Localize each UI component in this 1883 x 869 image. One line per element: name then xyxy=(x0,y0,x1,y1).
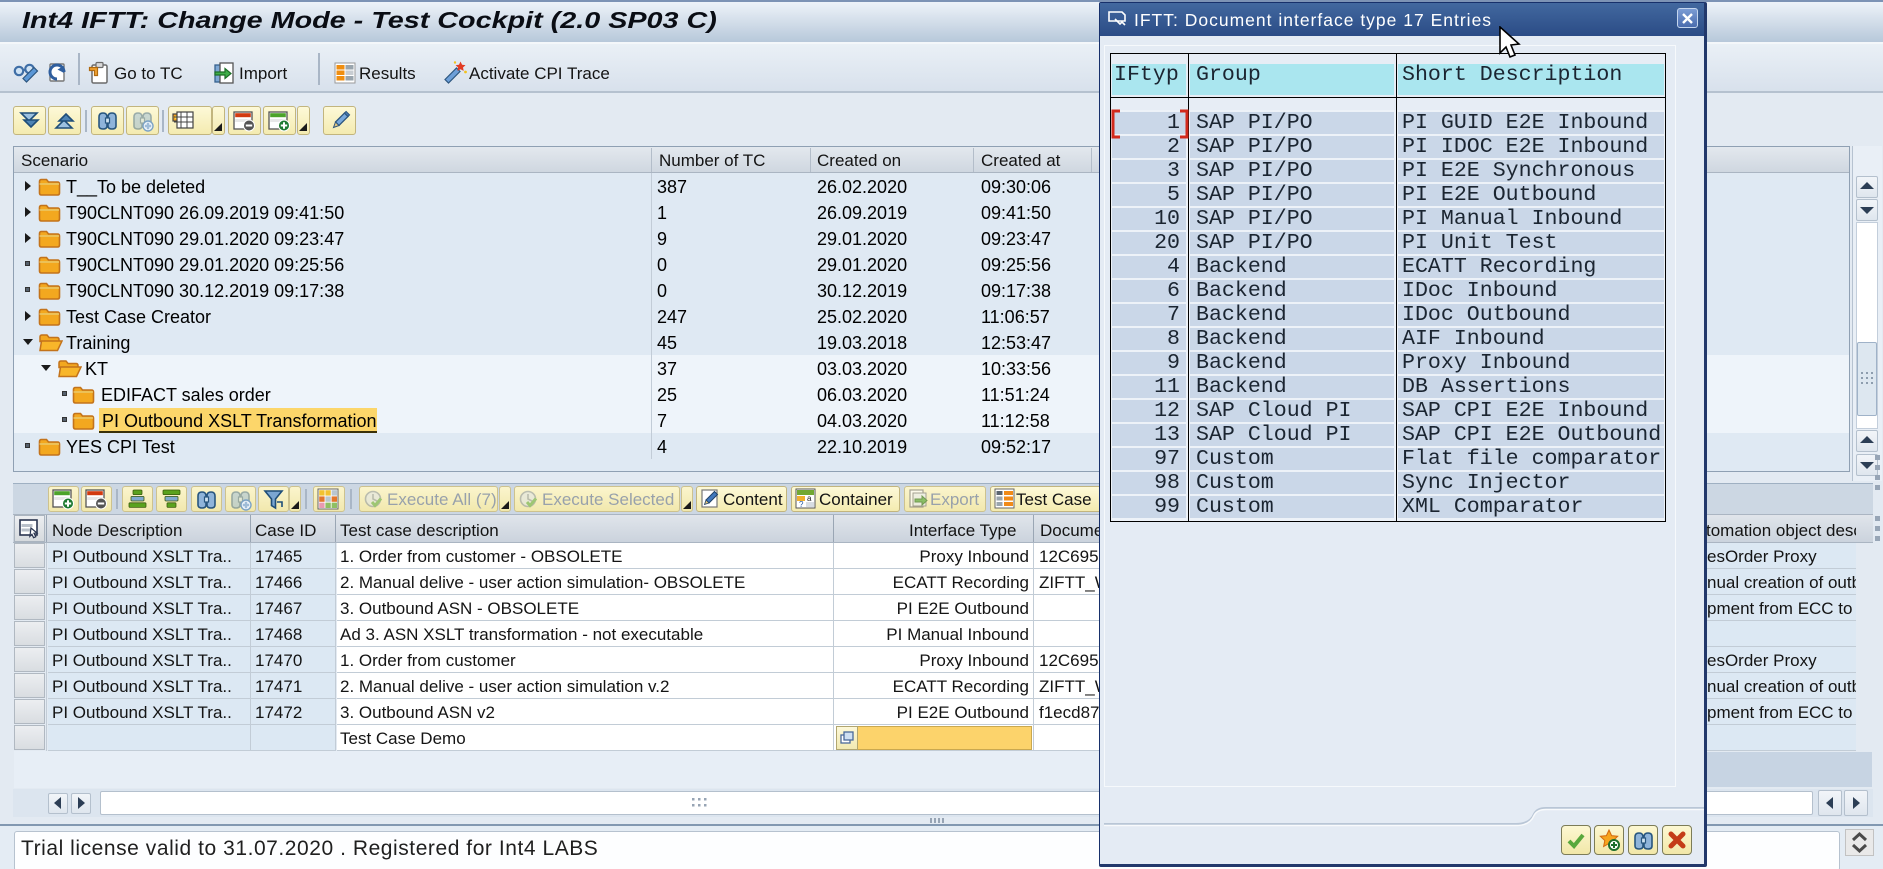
svg-text:?: ? xyxy=(799,500,804,509)
svg-text:a: a xyxy=(807,494,812,503)
